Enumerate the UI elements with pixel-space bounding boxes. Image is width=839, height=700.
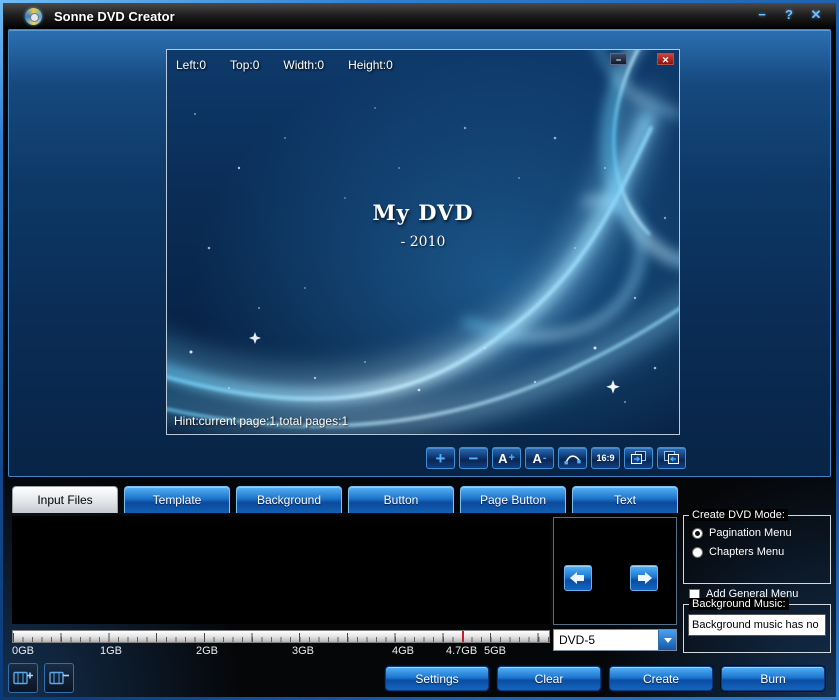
- background-music-title: Background Music:: [689, 598, 789, 610]
- tab-input-files[interactable]: Input Files: [12, 486, 118, 513]
- app-window: Sonne DVD Creator − ? ✕: [0, 0, 839, 700]
- radio-unselected-icon: [692, 547, 703, 558]
- tab-page-button[interactable]: Page Button: [460, 486, 566, 513]
- font-decrease-icon: A: [532, 452, 541, 465]
- preview-close-button[interactable]: ✕: [657, 53, 674, 65]
- page-forward-icon: [630, 451, 647, 465]
- tab-template[interactable]: Template: [124, 486, 230, 513]
- app-logo-icon: [25, 8, 42, 25]
- page-hint: Hint:current page:1,total pages:1: [174, 414, 348, 428]
- font-increase-button[interactable]: A +: [492, 447, 521, 469]
- chapters-menu-label: Chapters Menu: [709, 546, 784, 558]
- radio-selected-icon: [692, 528, 703, 539]
- preview-minimize-button[interactable]: −: [610, 53, 627, 65]
- page-nav-panel: [553, 517, 677, 625]
- add-object-button[interactable]: +: [426, 447, 455, 469]
- tab-text[interactable]: Text: [572, 486, 678, 513]
- arrow-right-icon: [636, 572, 652, 584]
- next-page-button[interactable]: [630, 565, 658, 591]
- capacity-label: 1GB: [100, 645, 122, 657]
- burn-button[interactable]: Burn: [721, 666, 825, 691]
- preview-panel: Left:0 Top:0 Width:0 Height:0 − ✕ My DVD…: [8, 29, 831, 477]
- font-decrease-button[interactable]: A -: [525, 447, 554, 469]
- capacity-limit-marker: [462, 631, 464, 642]
- window-body: Sonne DVD Creator − ? ✕: [3, 3, 836, 697]
- capacity-track: [12, 630, 550, 643]
- capacity-label: 4GB: [392, 645, 414, 657]
- arrow-left-icon: [570, 572, 586, 584]
- capacity-meter: 0GB 1GB 2GB 3GB 4GB 4.7GB 5GB: [12, 630, 550, 660]
- close-button[interactable]: ✕: [808, 7, 824, 23]
- minus-icon: −: [469, 450, 479, 467]
- help-button[interactable]: ?: [781, 7, 797, 23]
- capacity-label: 4.7GB: [446, 645, 477, 657]
- dvd-type-select[interactable]: DVD-5: [553, 629, 677, 651]
- curve-tool-button[interactable]: [558, 447, 587, 469]
- minimize-button[interactable]: −: [754, 7, 770, 23]
- window-title: Sonne DVD Creator: [54, 9, 175, 24]
- plus-sign-icon: +: [508, 453, 514, 464]
- capacity-labels: 0GB 1GB 2GB 3GB 4GB 4.7GB 5GB: [12, 644, 550, 658]
- chapters-menu-radio[interactable]: Chapters Menu: [692, 546, 830, 558]
- chevron-down-icon: [658, 630, 676, 650]
- remove-object-button[interactable]: −: [459, 447, 488, 469]
- pagination-menu-radio[interactable]: Pagination Menu: [692, 527, 830, 539]
- create-button[interactable]: Create: [609, 666, 713, 691]
- coord-left: Left:0: [176, 58, 206, 72]
- capacity-label: 3GB: [292, 645, 314, 657]
- coord-width: Width:0: [283, 58, 324, 72]
- menu-subtitle-text[interactable]: - 2010: [167, 234, 679, 250]
- menu-preview-canvas[interactable]: Left:0 Top:0 Width:0 Height:0 − ✕ My DVD…: [166, 49, 680, 435]
- preview-toolbar: + − A + A -: [426, 447, 686, 469]
- title-bar: Sonne DVD Creator − ? ✕: [3, 3, 836, 29]
- dvd-mode-group: Create DVD Mode: Pagination Menu Chapter…: [683, 515, 831, 584]
- file-list-area[interactable]: [12, 516, 550, 624]
- dvd-type-value: DVD-5: [554, 630, 658, 650]
- plus-icon: +: [436, 450, 446, 467]
- pagination-menu-label: Pagination Menu: [709, 527, 792, 539]
- bring-forward-button[interactable]: [624, 447, 653, 469]
- bezier-curve-icon: [564, 452, 581, 465]
- menu-title-text[interactable]: My DVD: [167, 200, 679, 225]
- font-increase-icon: A: [498, 452, 507, 465]
- background-music-input[interactable]: [688, 614, 826, 636]
- coord-height: Height:0: [348, 58, 393, 72]
- aspect-ratio-button[interactable]: 16:9: [591, 447, 620, 469]
- filmstrip-minus-icon: [49, 669, 70, 687]
- background-music-group: Background Music:: [683, 604, 831, 653]
- capacity-label: 5GB: [484, 645, 506, 657]
- remove-file-button[interactable]: [44, 663, 74, 693]
- settings-button[interactable]: Settings: [385, 666, 489, 691]
- preview-window-controls: − ✕: [610, 53, 674, 65]
- tab-button[interactable]: Button: [348, 486, 454, 513]
- selection-coordinates: Left:0 Top:0 Width:0 Height:0: [176, 58, 393, 72]
- prev-page-button[interactable]: [564, 565, 592, 591]
- filmstrip-plus-icon: [13, 669, 34, 687]
- add-file-button[interactable]: [8, 663, 38, 693]
- send-backward-button[interactable]: [657, 447, 686, 469]
- dvd-mode-title: Create DVD Mode:: [689, 509, 788, 521]
- aspect-ratio-label: 16:9: [596, 453, 614, 463]
- capacity-label: 2GB: [196, 645, 218, 657]
- window-controls: − ? ✕: [754, 7, 824, 23]
- coord-top: Top:0: [230, 58, 259, 72]
- minus-sign-icon: -: [543, 453, 547, 464]
- page-back-icon: [663, 451, 680, 465]
- capacity-label: 0GB: [12, 645, 34, 657]
- tab-background[interactable]: Background: [236, 486, 342, 513]
- clear-button[interactable]: Clear: [497, 666, 601, 691]
- tab-bar: Input Files Template Background Button P…: [12, 486, 678, 514]
